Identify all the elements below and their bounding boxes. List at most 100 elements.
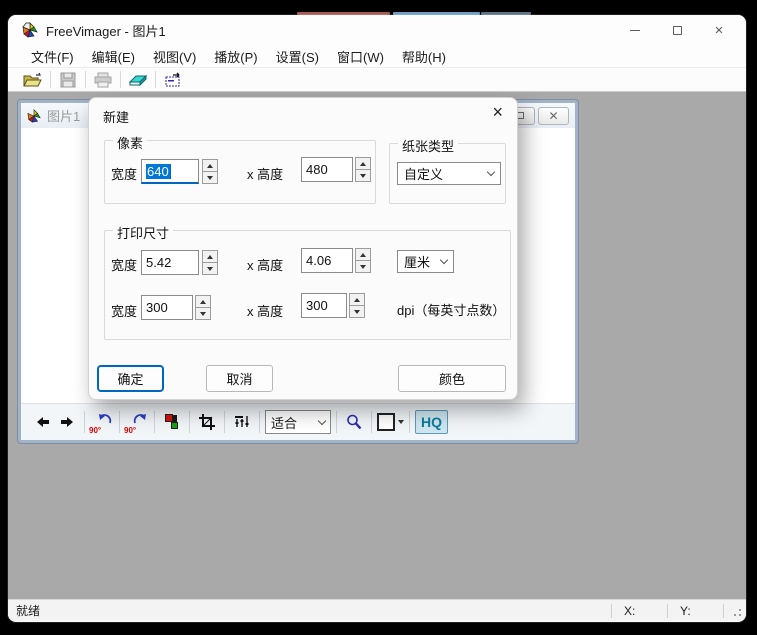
acquire-icon: [164, 72, 182, 88]
down-arrow-icon: [360, 265, 366, 269]
document-close-button[interactable]: ✕: [538, 107, 569, 125]
dpi-note: dpi（每英寸点数）: [397, 300, 505, 319]
rotate-left-icon: [98, 413, 112, 425]
dialog-title: 新建: [103, 107, 129, 126]
maximize-button[interactable]: [656, 15, 698, 45]
menu-view[interactable]: 视图(V): [144, 45, 205, 68]
menu-settings[interactable]: 设置(S): [267, 45, 328, 68]
dpi-width-label: 宽度: [111, 301, 137, 320]
acquire-button[interactable]: [160, 69, 186, 90]
spin-down-button[interactable]: [202, 262, 218, 275]
down-arrow-icon: [200, 312, 206, 316]
cancel-button[interactable]: 取消: [206, 365, 273, 392]
toolbar-separator: [85, 71, 86, 88]
up-arrow-icon: [207, 164, 213, 168]
dpi-height-label: x 高度: [247, 301, 283, 320]
toolbar-separator: [371, 411, 372, 433]
spin-up-button[interactable]: [195, 295, 211, 307]
next-image-button[interactable]: [55, 409, 79, 435]
dpi-height-spinner[interactable]: [349, 293, 365, 318]
window-title: FreeVimager - 图片1: [46, 21, 166, 40]
toolbar-separator: [50, 71, 51, 88]
menu-edit[interactable]: 编辑(E): [83, 45, 144, 68]
dpi-width-spinner[interactable]: [195, 295, 211, 320]
print-width-input[interactable]: 5.42: [141, 250, 199, 275]
magnifier-icon: [346, 414, 362, 430]
high-quality-toggle[interactable]: HQ: [415, 410, 448, 434]
rotate-right-button[interactable]: 90°: [125, 409, 149, 435]
print-width-value: 5.42: [146, 255, 171, 270]
arrow-left-icon: [35, 416, 51, 428]
menu-play[interactable]: 播放(P): [205, 45, 266, 68]
scan-button[interactable]: [125, 69, 151, 90]
spin-up-button[interactable]: [349, 293, 365, 305]
pixel-width-label: 宽度: [111, 164, 137, 183]
print-size-groupbox: 打印尺寸: [104, 230, 511, 340]
save-button[interactable]: [55, 69, 81, 90]
up-arrow-icon: [200, 300, 206, 304]
menu-window[interactable]: 窗口(W): [328, 45, 393, 68]
pixel-height-input[interactable]: 480: [301, 157, 353, 182]
chevron-down-icon: [487, 168, 495, 176]
toolbar-separator: [224, 411, 225, 433]
spin-up-button[interactable]: [202, 250, 218, 262]
zoom-tool-button[interactable]: [342, 409, 366, 435]
dropdown-arrow-icon: [398, 420, 404, 424]
pixel-width-input[interactable]: 640: [141, 159, 199, 184]
print-button[interactable]: [90, 69, 116, 90]
minimize-icon: [630, 30, 640, 31]
print-height-spinner[interactable]: [355, 248, 371, 273]
up-arrow-icon: [360, 162, 366, 166]
ok-button[interactable]: 确定: [97, 365, 164, 392]
paper-type-select[interactable]: 自定义: [397, 162, 501, 185]
resize-grip-icon[interactable]: [739, 614, 741, 616]
pixels-group-label: 像素: [113, 133, 147, 152]
toolbar-separator: [259, 411, 260, 433]
image-toolbar: 90° 90°: [21, 403, 575, 440]
menu-help[interactable]: 帮助(H): [393, 45, 455, 68]
open-file-button[interactable]: [20, 69, 46, 90]
print-size-label: 打印尺寸: [113, 223, 173, 242]
adjust-settings-button[interactable]: [230, 409, 254, 435]
crop-icon: [199, 414, 215, 430]
crop-button[interactable]: [195, 409, 219, 435]
close-button[interactable]: ×: [698, 15, 740, 45]
app-window: FreeVimager - 图片1 × 文件(F) 编辑(E) 视图(V) 播放…: [8, 15, 746, 622]
print-width-spinner[interactable]: [202, 250, 218, 275]
spin-down-button[interactable]: [355, 260, 371, 273]
unit-select[interactable]: 厘米: [397, 250, 454, 273]
hq-label: HQ: [421, 414, 442, 430]
toolbar-separator: [155, 71, 156, 88]
arrow-right-icon: [59, 416, 75, 428]
spin-down-button[interactable]: [355, 169, 371, 182]
spin-up-button[interactable]: [202, 159, 218, 171]
print-height-input[interactable]: 4.06: [301, 248, 353, 273]
pixel-width-spinner[interactable]: [202, 159, 218, 184]
down-arrow-icon: [354, 310, 360, 314]
pixel-height-spinner[interactable]: [355, 157, 371, 182]
dpi-height-value: 300: [306, 298, 328, 313]
close-icon: ✕: [548, 110, 558, 122]
minimize-button[interactable]: [614, 15, 656, 45]
down-arrow-icon: [360, 174, 366, 178]
menu-file[interactable]: 文件(F): [22, 45, 83, 68]
dpi-width-value: 300: [146, 300, 168, 315]
spin-down-button[interactable]: [349, 305, 365, 318]
spin-down-button[interactable]: [195, 307, 211, 320]
previous-image-button[interactable]: [31, 409, 55, 435]
color-button[interactable]: 颜色: [398, 365, 506, 392]
dpi-width-input[interactable]: 300: [141, 295, 193, 320]
color-adjust-button[interactable]: [160, 409, 184, 435]
spin-up-button[interactable]: [355, 157, 371, 169]
zoom-mode-select[interactable]: 适合: [265, 410, 331, 434]
spin-up-button[interactable]: [355, 248, 371, 260]
dialog-close-button[interactable]: ×: [492, 103, 503, 121]
app-logo-icon: [22, 22, 38, 38]
scan-icon: [128, 72, 148, 88]
spin-down-button[interactable]: [202, 171, 218, 184]
up-arrow-icon: [360, 253, 366, 257]
rotate-left-button[interactable]: 90°: [90, 409, 114, 435]
close-icon: ×: [715, 23, 724, 38]
selection-shape-button[interactable]: [377, 409, 404, 435]
dpi-height-input[interactable]: 300: [301, 293, 347, 318]
